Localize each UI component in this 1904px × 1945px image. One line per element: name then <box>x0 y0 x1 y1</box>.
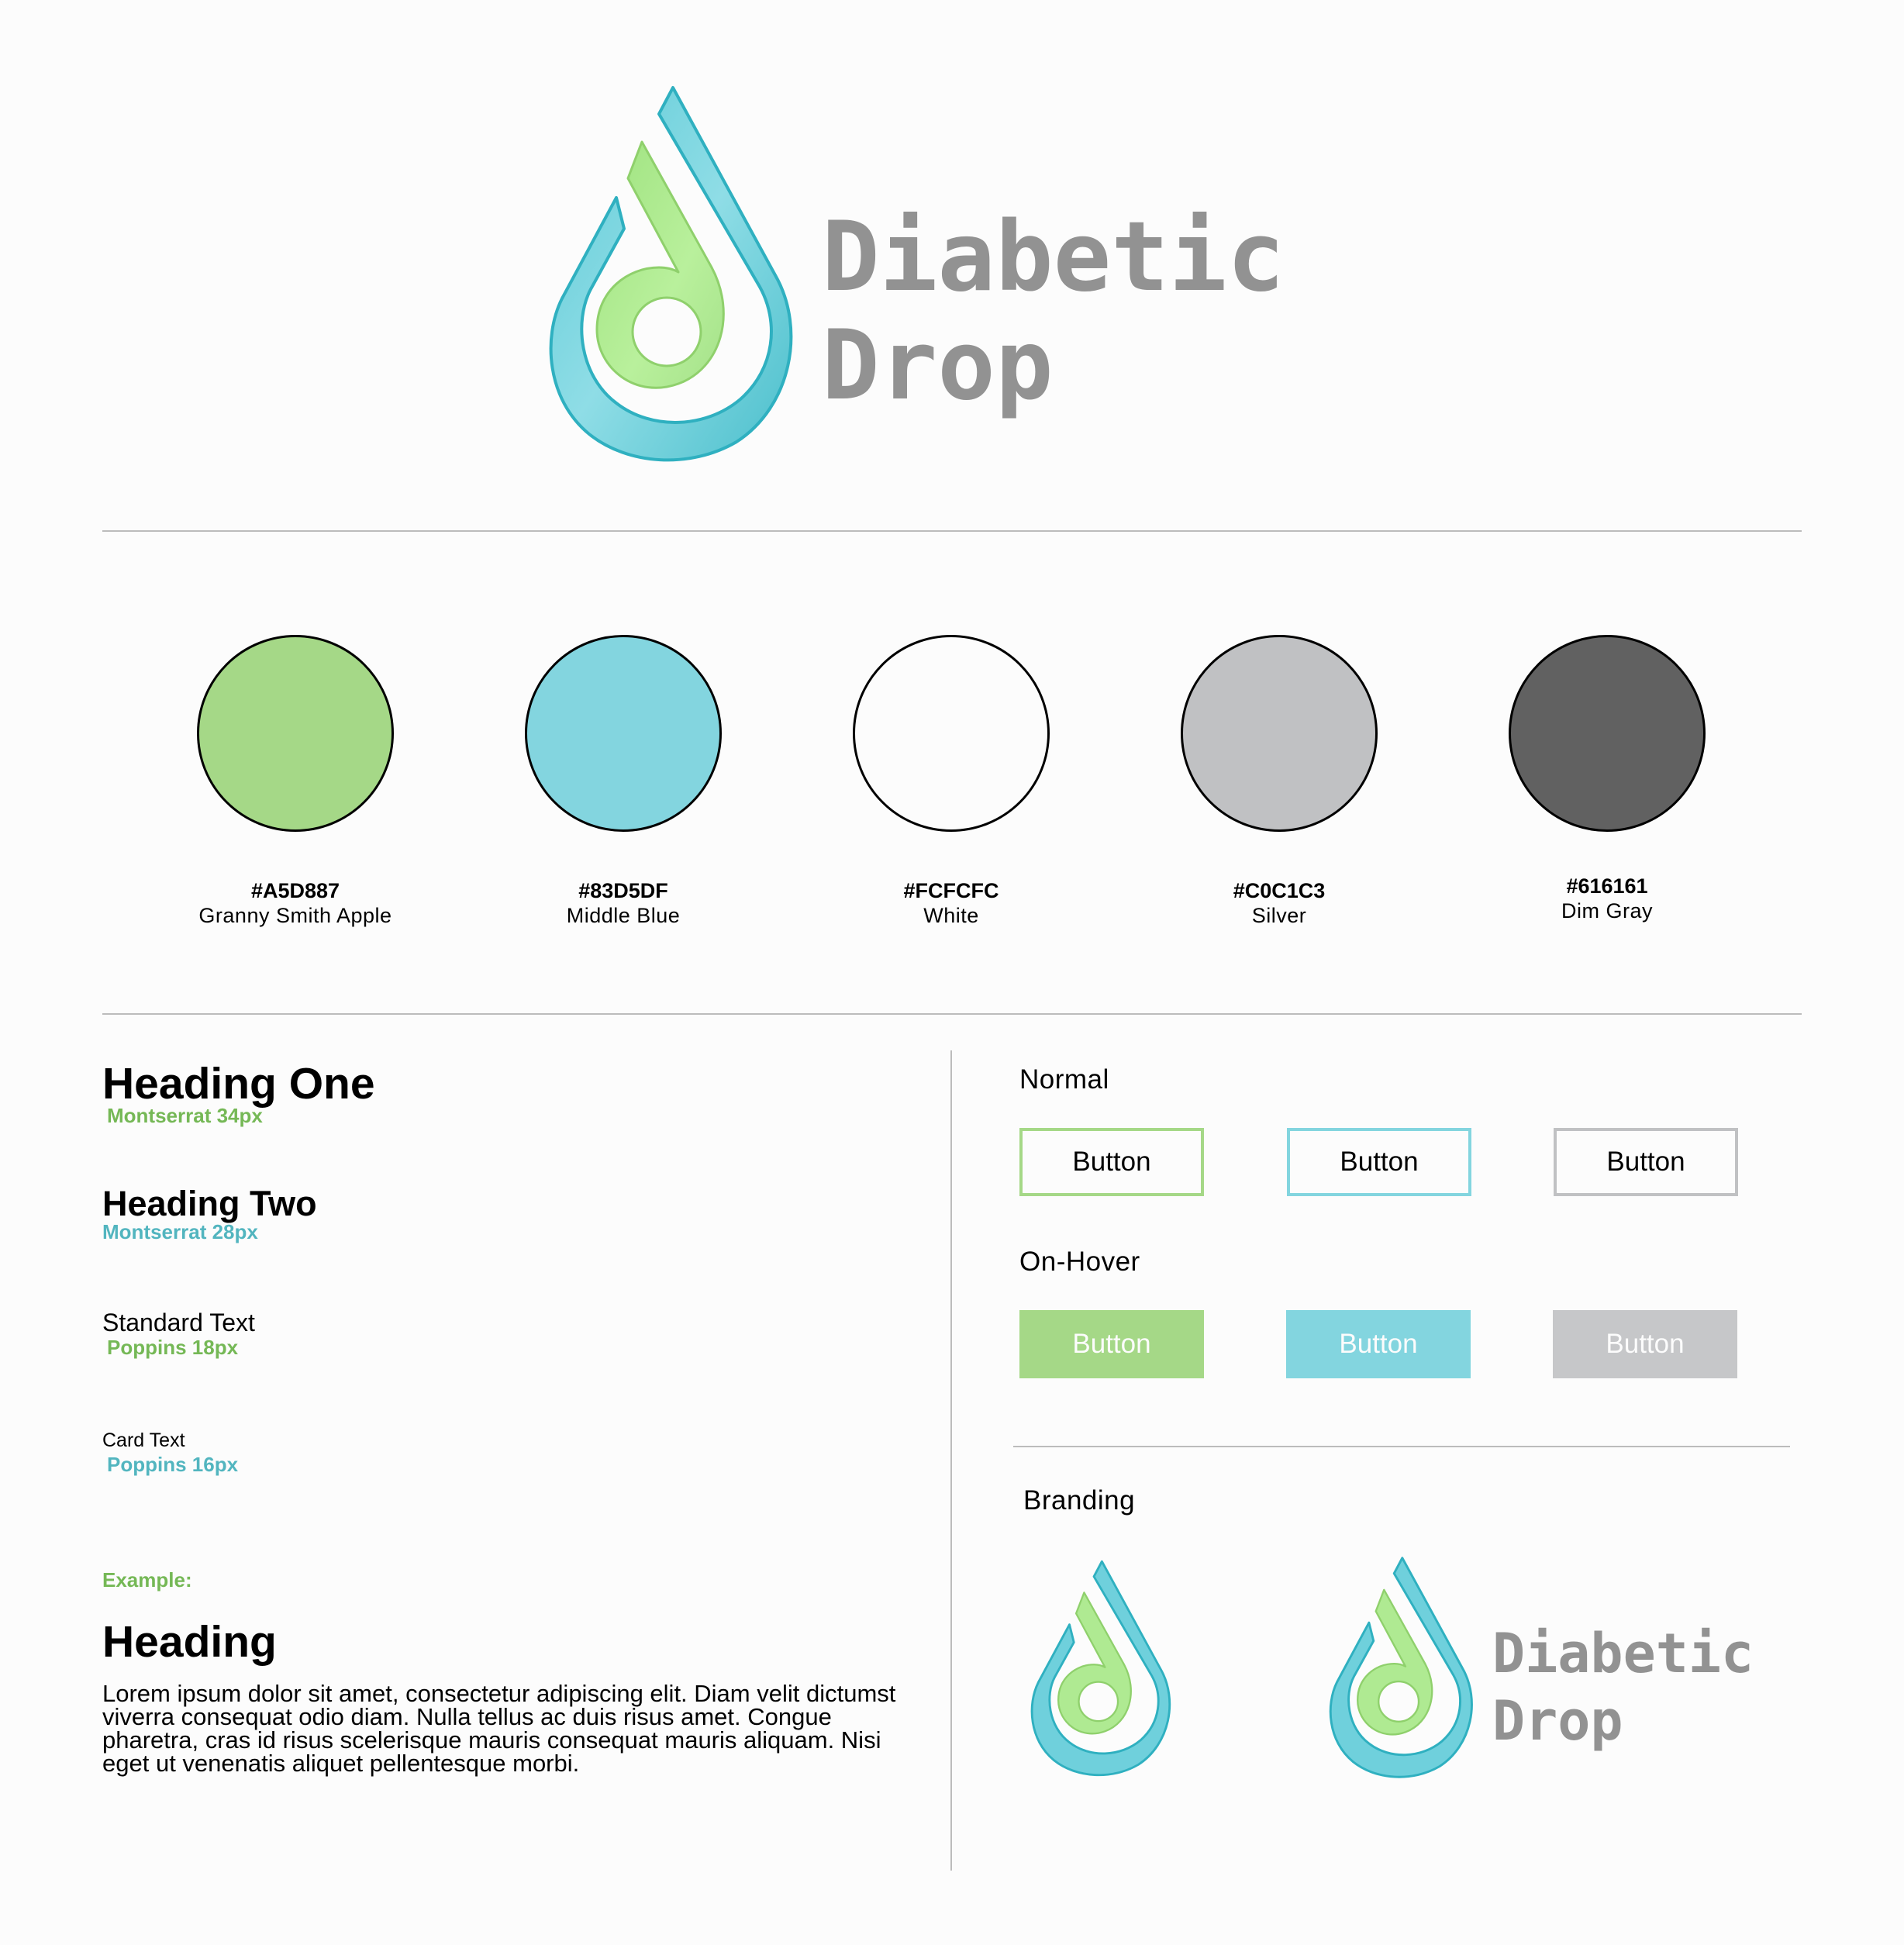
button-normal-green[interactable]: Button <box>1019 1128 1204 1196</box>
button-hover-green[interactable]: Button <box>1019 1310 1204 1378</box>
example-body-text: Lorem ipsum dolor sit amet, consectetur … <box>102 1680 896 1777</box>
logo-wordmark-line2: Drop <box>822 310 1054 422</box>
swatch-white <box>853 635 1050 832</box>
button-normal-silver[interactable]: Button <box>1554 1128 1738 1196</box>
button-hover-blue[interactable]: Button <box>1286 1310 1471 1378</box>
example-label: Example: <box>102 1568 192 1592</box>
swatch-label-blue: #83D5DF Middle Blue <box>460 878 786 929</box>
standard-text-meta: Poppins 18px <box>107 1336 239 1359</box>
swatch-hex: #C0C1C3 <box>1233 879 1326 902</box>
vertical-divider <box>950 1050 952 1871</box>
swatch-granny-smith-apple <box>197 635 394 832</box>
swatch-name: Silver <box>1251 904 1307 928</box>
hover-state-label: On-Hover <box>1019 1247 1140 1277</box>
swatch-dim-gray <box>1509 635 1706 832</box>
logo-wordmark-line1: Diabetic <box>822 202 1285 313</box>
divider <box>1013 1446 1790 1447</box>
swatch-name: White <box>923 904 979 928</box>
heading-one-meta: Montserrat 34px <box>107 1104 263 1127</box>
button-normal-blue[interactable]: Button <box>1287 1128 1471 1196</box>
swatch-label-silver: #C0C1C3 Silver <box>1116 878 1442 929</box>
branding-wordmark-line1: Diabetic <box>1492 1622 1754 1685</box>
normal-state-label: Normal <box>1019 1064 1109 1095</box>
card-text-sample: Card Text <box>102 1429 185 1451</box>
divider <box>102 530 1802 532</box>
drop-logo-icon <box>549 86 793 462</box>
swatch-hex: #A5D887 <box>250 879 340 902</box>
card-text-meta: Poppins 16px <box>107 1453 239 1476</box>
swatch-hex: #616161 <box>1566 874 1648 898</box>
swatch-label-dim-gray: #616161 Dim Gray <box>1444 874 1770 924</box>
standard-text-sample: Standard Text <box>102 1309 255 1336</box>
heading-two-sample: Heading Two <box>102 1184 317 1223</box>
swatch-middle-blue <box>525 635 722 832</box>
swatch-hex: #FCFCFC <box>903 879 999 902</box>
heading-one-sample: Heading One <box>102 1059 375 1109</box>
swatch-label-green: #A5D887 Granny Smith Apple <box>133 878 458 929</box>
button-hover-silver[interactable]: Button <box>1553 1310 1737 1378</box>
branding-label: Branding <box>1023 1485 1136 1516</box>
swatch-name: Middle Blue <box>566 904 681 928</box>
drop-logo-icon <box>1329 1557 1473 1778</box>
swatch-silver <box>1181 635 1378 832</box>
heading-two-meta: Montserrat 28px <box>102 1220 258 1243</box>
swatch-name: Dim Gray <box>1561 899 1653 923</box>
swatch-label-white: #FCFCFC White <box>788 878 1114 929</box>
example-heading: Heading <box>102 1617 277 1667</box>
swatch-name: Granny Smith Apple <box>198 904 392 928</box>
divider <box>102 1013 1802 1015</box>
drop-logo-icon <box>1030 1560 1171 1777</box>
swatch-hex: #83D5DF <box>578 879 668 902</box>
branding-wordmark-line2: Drop <box>1492 1689 1623 1753</box>
